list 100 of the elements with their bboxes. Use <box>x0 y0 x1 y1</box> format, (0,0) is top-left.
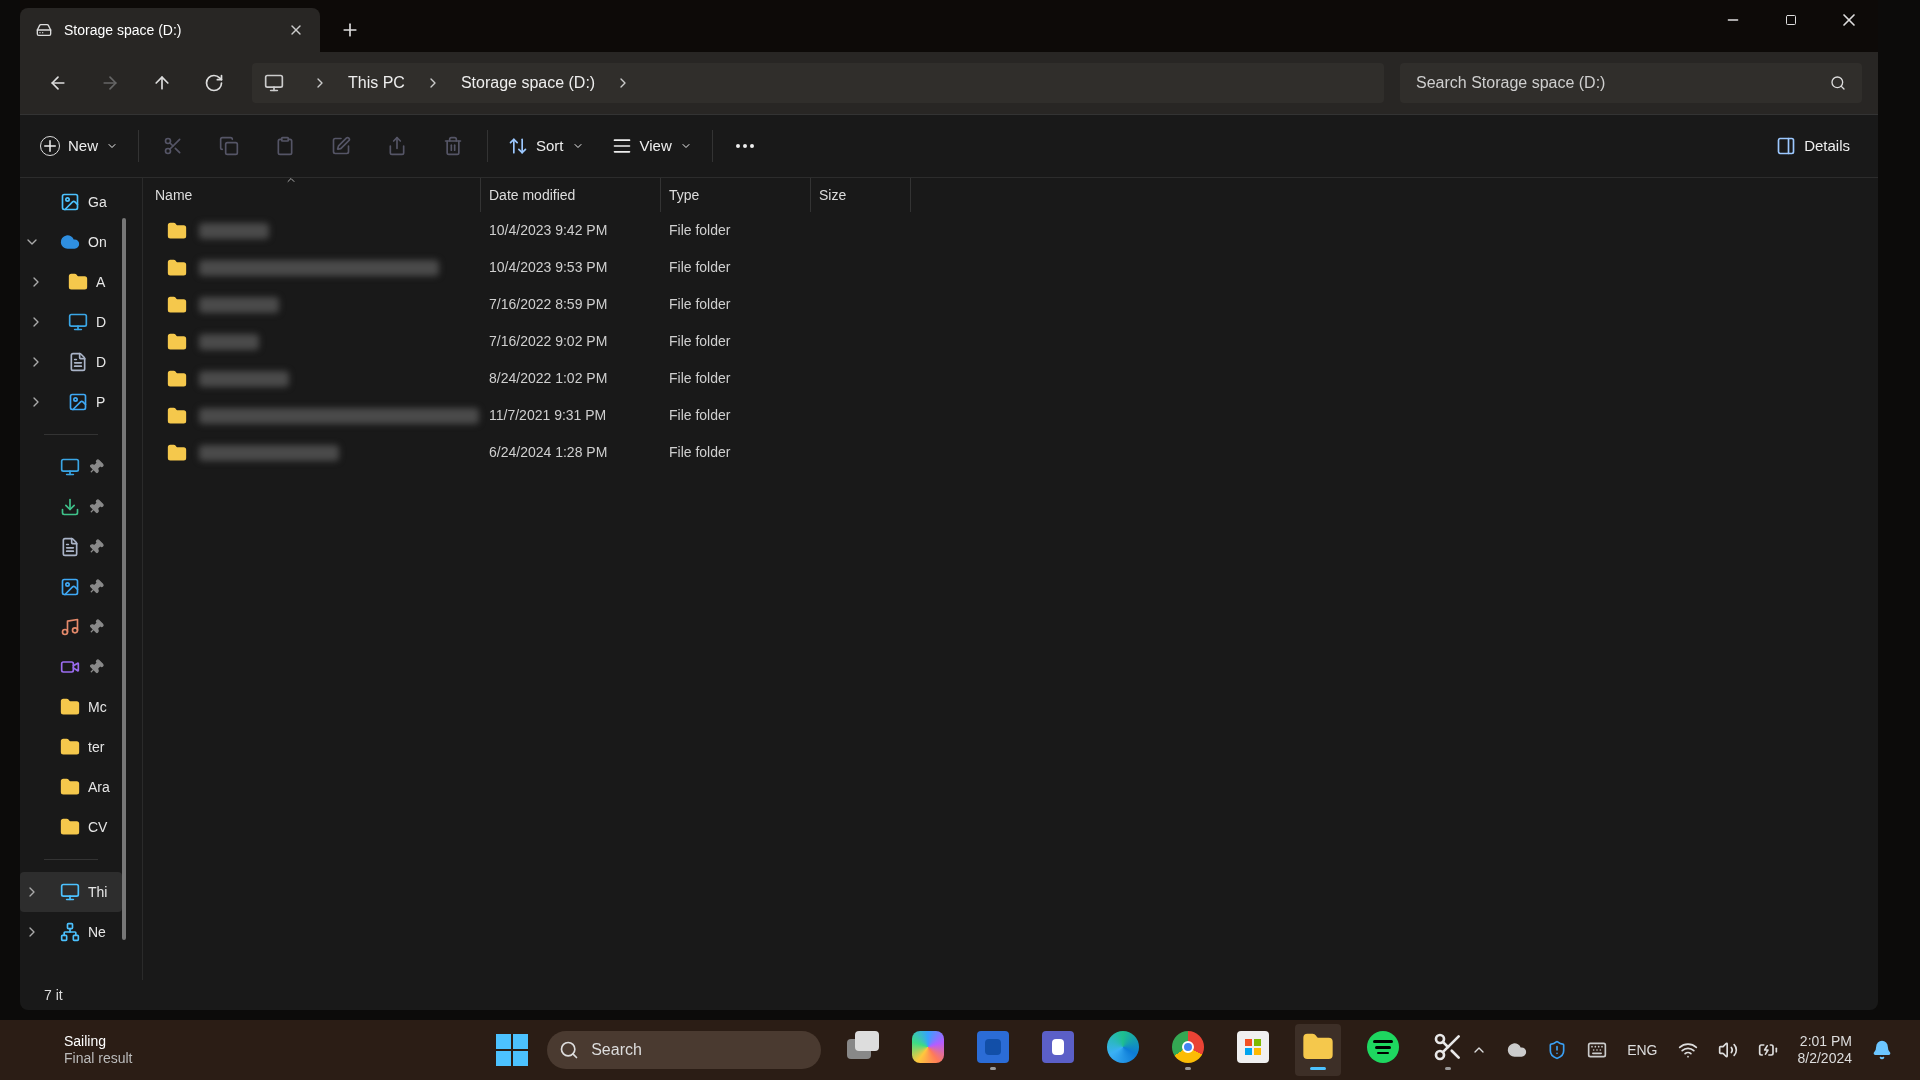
running-indicator <box>1185 1066 1192 1070</box>
folder-icon <box>167 331 187 352</box>
search-icon <box>1830 75 1846 91</box>
details-button[interactable]: Details <box>1764 128 1862 164</box>
tab[interactable]: Storage space (D:) <box>20 8 320 52</box>
view-button[interactable]: View <box>599 128 704 164</box>
folder-icon <box>60 817 80 837</box>
keyboard-icon[interactable] <box>1587 1040 1608 1060</box>
table-cell-text: File folder <box>668 332 732 351</box>
sidebar-item[interactable]: Ara <box>20 767 122 807</box>
sidebar-item[interactable]: D <box>20 342 122 382</box>
notification-icon[interactable] <box>1872 1040 1892 1060</box>
gallery-icon <box>60 192 80 212</box>
sidebar-item[interactable]: P <box>20 382 122 422</box>
folder-icon <box>60 777 80 797</box>
table-cell-text: 7/16/2022 8:59 PM <box>488 295 609 314</box>
maximize-icon[interactable] <box>1785 14 1797 26</box>
cut-icon[interactable] <box>163 136 183 156</box>
sidebar-label: Ne <box>88 922 106 942</box>
refresh-icon[interactable] <box>204 73 224 93</box>
table-cell-text: 8/24/2022 1:02 PM <box>488 369 609 388</box>
breadcrumb-item[interactable]: Storage space (D:) <box>460 71 596 95</box>
word-icon[interactable] <box>977 1030 1010 1063</box>
blurred-name <box>199 333 259 350</box>
taskbar-button[interactable] <box>1295 1024 1342 1076</box>
sidebar-item[interactable]: On <box>20 222 122 262</box>
desktop-icon <box>60 457 80 477</box>
lines-icon <box>611 136 632 156</box>
copy-icon[interactable] <box>219 136 239 156</box>
sidebar-label: D <box>96 352 107 372</box>
folder-icon <box>167 368 187 389</box>
folder-icon <box>167 405 187 426</box>
column-header[interactable]: Name <box>143 178 481 212</box>
folder-icon <box>167 442 187 463</box>
pictures-icon <box>60 577 80 597</box>
column-header[interactable]: Type <box>661 178 811 212</box>
clock-time[interactable]: 2:01 PM <box>1799 1032 1852 1050</box>
file-row[interactable]: 11/7/2021 9:31 PM File folder <box>143 397 1878 434</box>
file-row[interactable]: 7/16/2022 8:59 PM File folder <box>143 286 1878 323</box>
sidebar-item[interactable]: Ne <box>20 912 122 952</box>
file-row[interactable]: 10/4/2023 9:53 PM File folder <box>143 249 1878 286</box>
table-cell-text: File folder <box>668 221 732 240</box>
sort-button[interactable]: Sort <box>496 128 596 164</box>
sidebar-label: ter <box>88 737 105 757</box>
paste-icon[interactable] <box>275 136 295 156</box>
sidebar-item[interactable]: Ga <box>20 182 122 222</box>
sidebar-label: P <box>96 392 106 412</box>
teams-icon[interactable] <box>1042 1030 1075 1063</box>
edge-icon[interactable] <box>1107 1030 1140 1063</box>
sidebar-item[interactable]: D <box>20 302 122 342</box>
table-cell-text: 11/7/2021 9:31 PM <box>488 406 608 425</box>
drive-icon <box>36 22 52 38</box>
sidebar-item[interactable]: ter <box>20 727 122 767</box>
file-row[interactable]: 8/24/2022 1:02 PM File folder <box>143 360 1878 397</box>
column-header[interactable]: Size <box>811 178 911 212</box>
taskbar-search[interactable]: Search <box>547 1031 822 1069</box>
new-button[interactable]: New <box>28 128 130 164</box>
status-text: 7 it <box>44 985 63 1005</box>
rename-icon[interactable] <box>331 136 351 156</box>
weather-subtitle: Final result <box>64 1050 133 1068</box>
language-indicator[interactable]: ENG <box>1627 1039 1658 1061</box>
sidebar-item[interactable]: CV <box>20 807 122 847</box>
sidebar-label: Ara <box>88 777 110 797</box>
clock-date[interactable]: 8/2/2024 <box>1797 1050 1852 1068</box>
file-row[interactable]: 7/16/2022 9:02 PM File folder <box>143 323 1878 360</box>
spotify-icon[interactable] <box>1367 1030 1400 1063</box>
column-header[interactable]: Date modified <box>481 178 661 212</box>
table-cell-text: File folder <box>668 258 732 277</box>
copilot-icon[interactable] <box>912 1030 945 1063</box>
file-row[interactable]: 10/4/2023 9:42 PM File folder <box>143 212 1878 249</box>
sidebar-item[interactable]: Thi <box>20 872 122 912</box>
music-icon <box>60 617 80 637</box>
sidebar-label: D <box>96 312 107 332</box>
shield-icon[interactable] <box>1547 1040 1568 1060</box>
computer-icon <box>264 73 284 93</box>
sidebar-item[interactable]: Mc <box>20 687 122 727</box>
wifi-icon[interactable] <box>1677 1040 1698 1060</box>
weather-title[interactable]: Sailing <box>64 1032 133 1050</box>
chrome-icon[interactable] <box>1172 1030 1205 1063</box>
table-cell-text: 10/4/2023 9:53 PM <box>488 258 609 277</box>
sidebar-label: A <box>96 272 106 292</box>
folder-icon <box>167 294 187 315</box>
table-cell-text: File folder <box>668 406 732 425</box>
computer-icon <box>60 882 80 902</box>
breadcrumb-item[interactable]: This PC <box>348 71 405 95</box>
windows-start-icon[interactable] <box>496 1034 529 1066</box>
volume-icon[interactable] <box>1717 1040 1738 1060</box>
file-row[interactable]: 6/24/2024 1:28 PM File folder <box>143 434 1878 471</box>
sidebar-label: On <box>88 232 107 252</box>
table-cell-text: 6/24/2024 1:28 PM <box>488 443 609 462</box>
share-icon[interactable] <box>387 136 407 156</box>
tab-title: Storage space (D:) <box>64 20 183 40</box>
table-cell-text: File folder <box>668 295 732 314</box>
sidebar-item[interactable]: A <box>20 262 122 302</box>
delete-icon[interactable] <box>443 136 463 156</box>
search-field[interactable]: Search Storage space (D:) <box>1400 63 1862 103</box>
cloud-icon[interactable] <box>1507 1040 1528 1060</box>
sidebar-label: Ga <box>88 192 107 212</box>
address-bar[interactable]: This PC Storage space (D:) <box>252 63 1384 103</box>
store-icon[interactable] <box>1237 1030 1270 1063</box>
